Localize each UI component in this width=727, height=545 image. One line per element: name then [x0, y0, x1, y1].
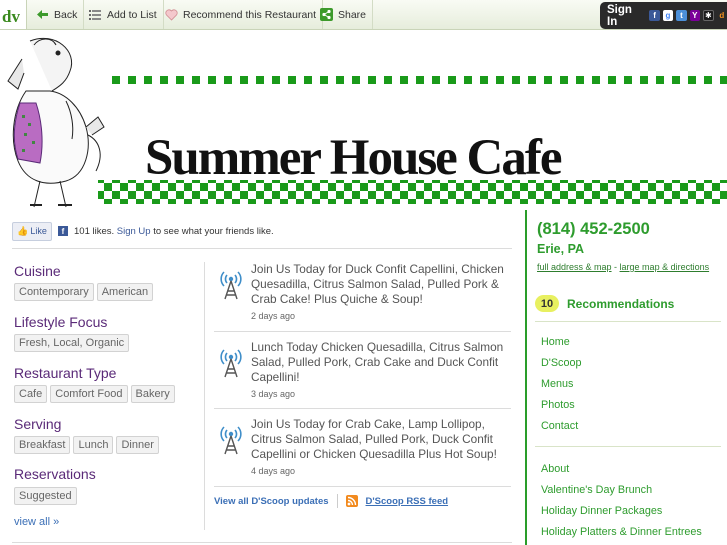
- yahoo-icon[interactable]: Y: [689, 10, 701, 21]
- recommend-label: Recommend this Restaurant: [183, 8, 317, 21]
- back-arrow-icon: [35, 8, 49, 22]
- view-all-updates-link[interactable]: View all D'Scoop updates: [214, 496, 329, 507]
- back-label: Back: [54, 8, 78, 21]
- twitter-icon[interactable]: t: [676, 10, 687, 21]
- share-label: Share: [338, 8, 367, 21]
- cuisine-tags: Contemporary American: [14, 283, 154, 301]
- tag-dinner[interactable]: Dinner: [116, 436, 159, 454]
- nav-holiday-platters[interactable]: Holiday Platters & Dinner Entrees: [541, 526, 702, 538]
- facet-heading-serving: Serving: [14, 416, 62, 432]
- divider: [214, 486, 511, 487]
- divider: [535, 321, 721, 322]
- post-time: 4 days ago: [251, 466, 296, 476]
- rss-feed-link[interactable]: D'Scoop RSS feed: [366, 496, 449, 507]
- post-text: Join Us Today for Duck Confit Capellini,…: [251, 262, 504, 306]
- map-links: full address & map - large map & directi…: [537, 262, 709, 272]
- recommendations[interactable]: 10 Recommendations: [535, 295, 674, 312]
- facebook-icon: f: [58, 226, 68, 236]
- post-time: 2 days ago: [251, 311, 296, 321]
- city-state: Erie, PA: [537, 242, 585, 256]
- feed-post[interactable]: Lunch Today Chicken Quesadilla, Citrus S…: [214, 340, 514, 402]
- share-button[interactable]: Share: [313, 0, 374, 29]
- tag-comfort-food[interactable]: Comfort Food: [50, 385, 128, 403]
- facebook-icon[interactable]: f: [649, 10, 660, 21]
- tag-cafe[interactable]: Cafe: [14, 385, 48, 403]
- signup-suffix: to see what your friends like.: [153, 225, 274, 237]
- broadcast-tower-icon: [218, 344, 244, 378]
- openid-icon[interactable]: d: [716, 10, 727, 21]
- nav-contact[interactable]: Contact: [541, 420, 578, 432]
- nav-photos[interactable]: Photos: [541, 399, 575, 411]
- nav-home[interactable]: Home: [541, 336, 570, 348]
- column-divider: [204, 262, 205, 530]
- link-separator: [336, 494, 338, 508]
- nav-dscoop[interactable]: D'Scoop: [541, 357, 581, 369]
- feed-links: View all D'Scoop updates D'Scoop RSS fee…: [214, 494, 448, 508]
- facet-heading-cuisine: Cuisine: [14, 263, 61, 279]
- tag-american[interactable]: American: [96, 283, 154, 301]
- tag-contemporary[interactable]: Contemporary: [14, 283, 94, 301]
- feed-post[interactable]: Join Us Today for Duck Confit Capellini,…: [214, 262, 514, 330]
- aol-icon[interactable]: ✱: [703, 10, 714, 21]
- divider: [535, 446, 721, 447]
- facebook-signup-link[interactable]: Sign Up: [117, 226, 151, 237]
- feed-post[interactable]: Join Us Today for Crab Cake, Lamp Lollip…: [214, 417, 514, 479]
- view-all-facets-link[interactable]: view all »: [14, 516, 59, 528]
- top-toolbar: dv Back Add to List Recommend this Resta…: [0, 0, 727, 30]
- large-map-link[interactable]: large map & directions: [620, 262, 710, 272]
- share-icon: [319, 8, 333, 22]
- likes-count: 101 likes.: [74, 225, 115, 237]
- post-text: Join Us Today for Crab Cake, Lamp Lollip…: [251, 417, 497, 461]
- recommendation-count: 10: [535, 295, 559, 312]
- site-logo[interactable]: dv: [0, 0, 27, 29]
- recommend-button[interactable]: Recommend this Restaurant: [158, 0, 324, 29]
- divider: [214, 408, 511, 409]
- nav-valentines-brunch[interactable]: Valentine's Day Brunch: [541, 484, 652, 496]
- divider: [12, 542, 512, 543]
- facebook-like-button[interactable]: 👍 Like: [12, 221, 52, 241]
- add-to-list-button[interactable]: Add to List: [82, 0, 164, 29]
- info-sidebar: (814) 452-2500 Erie, PA full address & m…: [525, 210, 727, 545]
- lifestyle-tags: Fresh, Local, Organic: [14, 334, 130, 352]
- add-to-list-label: Add to List: [107, 8, 157, 21]
- tag-breakfast[interactable]: Breakfast: [14, 436, 71, 454]
- full-address-link[interactable]: full address & map: [537, 262, 612, 272]
- svg-text:dv: dv: [2, 7, 20, 26]
- post-text: Lunch Today Chicken Quesadilla, Citrus S…: [251, 340, 504, 384]
- divider: [12, 248, 512, 249]
- reservations-tags: Suggested: [14, 487, 77, 505]
- restaurant-type-tags: Cafe Comfort Food Bakery: [14, 385, 175, 403]
- like-label: Like: [30, 226, 47, 236]
- back-button[interactable]: Back: [29, 0, 85, 29]
- map-links-separator: -: [611, 262, 620, 272]
- heart-icon: [164, 8, 178, 22]
- tag-lunch[interactable]: Lunch: [73, 436, 114, 454]
- facet-heading-lifestyle: Lifestyle Focus: [14, 314, 108, 330]
- thumbs-up-icon: 👍: [17, 225, 29, 236]
- list-icon: [88, 8, 102, 22]
- recommendations-label: Recommendations: [567, 296, 675, 311]
- facebook-like-bar: 👍 Like f 101 likes. Sign Up to see what …: [12, 221, 512, 241]
- serving-tags: Breakfast Lunch Dinner: [14, 436, 159, 454]
- nav-about[interactable]: About: [541, 463, 569, 475]
- restaurant-banner: Summer House Cafe: [0, 31, 727, 208]
- post-time: 3 days ago: [251, 389, 296, 399]
- facet-heading-restaurant-type: Restaurant Type: [14, 365, 117, 381]
- rss-icon: [345, 495, 358, 507]
- nav-menus[interactable]: Menus: [541, 378, 573, 390]
- broadcast-tower-icon: [218, 266, 244, 300]
- restaurant-title: Summer House Cafe: [145, 130, 563, 186]
- google-icon[interactable]: g: [662, 10, 674, 21]
- phone-number[interactable]: (814) 452-2500: [537, 220, 650, 239]
- tag-fresh-local-organic[interactable]: Fresh, Local, Organic: [14, 334, 130, 352]
- sign-in-panel[interactable]: Sign In f g t Y ✱ d: [600, 2, 727, 29]
- tag-bakery[interactable]: Bakery: [130, 385, 175, 403]
- divider: [214, 331, 511, 332]
- nav-holiday-dinner-packages[interactable]: Holiday Dinner Packages: [541, 505, 662, 517]
- facet-heading-reservations: Reservations: [14, 466, 96, 482]
- broadcast-tower-icon: [218, 421, 244, 455]
- tag-suggested[interactable]: Suggested: [14, 487, 77, 505]
- sign-in-label[interactable]: Sign In: [607, 4, 643, 28]
